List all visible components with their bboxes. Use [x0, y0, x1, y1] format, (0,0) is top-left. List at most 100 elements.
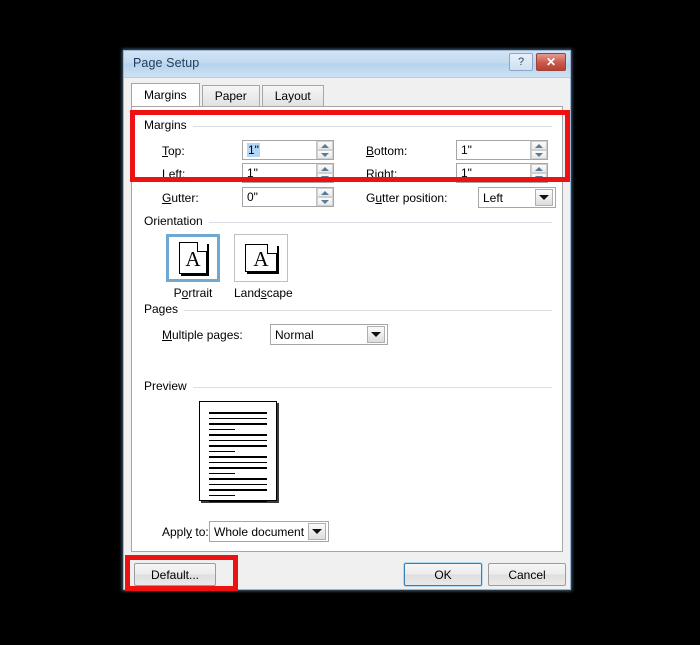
top-margin-input[interactable]: 1": [242, 140, 334, 160]
dialog-title: Page Setup: [133, 56, 200, 70]
preview-text-line: [209, 434, 267, 436]
multiple-pages-value: Normal: [275, 327, 314, 342]
apply-to-select[interactable]: Whole document: [209, 521, 329, 542]
tab-strip: Margins Paper Layout: [131, 83, 326, 106]
right-margin-label: Right:: [366, 167, 398, 181]
left-margin-spinner-up[interactable]: [317, 164, 333, 173]
landscape-icon-box: A: [234, 234, 288, 282]
triangle-down-icon: [321, 152, 329, 157]
preview-text-line: [209, 456, 267, 458]
bottom-margin-label: Bottom:: [366, 144, 408, 158]
top-margin-label-rest: op:: [168, 144, 185, 158]
gutter-label: Gutter:: [162, 191, 199, 205]
page-setup-dialog: Page Setup ? ✕ Margins Paper Layout Marg…: [123, 50, 571, 590]
gutter-label-rest: utter:: [171, 191, 199, 205]
landscape-label-rest: cape: [266, 286, 293, 300]
right-margin-label-rest: ight:: [374, 167, 398, 181]
gutter-position-label-a: G: [366, 191, 376, 205]
titlebar-button-group: ? ✕: [509, 53, 566, 71]
close-icon[interactable]: ✕: [536, 53, 566, 71]
preview-text-line: [209, 483, 267, 485]
triangle-up-icon: [321, 190, 329, 195]
cancel-button[interactable]: Cancel: [488, 563, 566, 586]
top-margin-spinner[interactable]: [316, 141, 333, 159]
preview-text-line: [209, 417, 267, 419]
top-margin-label: Top:: [162, 144, 185, 158]
gutter-position-select[interactable]: Left: [478, 187, 556, 208]
right-margin-value: 1": [461, 166, 472, 180]
right-margin-spinner-down[interactable]: [531, 173, 547, 182]
preview-text-line: [209, 423, 267, 425]
orientation-landscape-label: Landscape: [234, 286, 293, 300]
triangle-down-icon: [321, 199, 329, 204]
top-margin-spinner-down[interactable]: [317, 150, 333, 159]
pages-group: Pages Multiple pages: Normal: [144, 302, 552, 374]
tab-paper[interactable]: Paper: [201, 85, 260, 106]
orientation-option-portrait[interactable]: A Portrait: [166, 234, 220, 300]
chevron-down-icon[interactable]: [367, 326, 385, 343]
preview-text-line: [209, 489, 267, 491]
top-margin-spinner-up[interactable]: [317, 141, 333, 150]
page-preview: [199, 401, 277, 502]
tab-margins[interactable]: Margins: [131, 83, 200, 106]
triangle-down-icon: [321, 175, 329, 180]
triangle-down-glyph: [371, 332, 381, 337]
chevron-down-icon[interactable]: [535, 189, 553, 206]
left-margin-spinner-down[interactable]: [317, 173, 333, 182]
bottom-margin-spinner[interactable]: [530, 141, 547, 159]
preview-group-rule: [144, 387, 552, 388]
triangle-up-icon: [535, 143, 543, 148]
ok-button[interactable]: OK: [404, 563, 482, 586]
orientation-option-landscape[interactable]: A Landscape: [234, 234, 293, 300]
help-icon[interactable]: ?: [509, 53, 533, 71]
orientation-group-label: Orientation: [144, 214, 209, 228]
left-margin-label-rest: eft:: [168, 167, 186, 181]
preview-text-line: [209, 445, 267, 447]
orientation-group: Orientation A Portrait A Landscape: [144, 214, 552, 302]
gutter-position-label: Gutter position:: [366, 191, 448, 205]
bottom-margin-input[interactable]: 1": [456, 140, 548, 160]
top-margin-value-wrap: 1": [243, 141, 316, 159]
preview-text-line: [209, 478, 267, 480]
triangle-down-glyph: [539, 195, 549, 200]
gutter-input[interactable]: 0": [242, 187, 334, 207]
multiple-pages-label: Multiple pages:: [162, 328, 243, 342]
right-margin-input[interactable]: 1": [456, 163, 548, 183]
gutter-spinner-down[interactable]: [317, 197, 333, 206]
dialog-titlebar: Page Setup ? ✕: [124, 51, 570, 78]
left-margin-input[interactable]: 1": [242, 163, 334, 183]
portrait-label-p: P: [173, 286, 182, 300]
triangle-down-icon: [535, 152, 543, 157]
preview-text-line: [209, 494, 236, 496]
portrait-page-icon: A: [179, 242, 207, 274]
bottom-margin-label-rest: ottom:: [374, 144, 408, 158]
gutter-spinner[interactable]: [316, 188, 333, 206]
portrait-icon-box: A: [166, 234, 220, 282]
apply-to-label-a: Appl: [162, 525, 187, 539]
tab-layout[interactable]: Layout: [261, 85, 324, 106]
preview-text-line: [209, 450, 236, 452]
apply-to-label-rest: to:: [192, 525, 209, 539]
multiple-pages-select[interactable]: Normal: [270, 324, 388, 345]
preview-text-line: [209, 412, 267, 414]
bottom-margin-spinner-down[interactable]: [531, 150, 547, 159]
gutter-value: 0": [247, 190, 258, 204]
portrait-label-rest: rtrait: [188, 286, 213, 300]
triangle-up-icon: [321, 143, 329, 148]
gutter-spinner-up[interactable]: [317, 188, 333, 197]
orientation-portrait-label: Portrait: [173, 286, 213, 300]
preview-group-label: Preview: [144, 379, 193, 393]
triangle-up-icon: [321, 166, 329, 171]
page-corner-fold: [197, 242, 207, 252]
preview-text-line: [209, 500, 267, 502]
margins-group-label: Margins: [144, 118, 193, 132]
pages-group-rule: [144, 310, 552, 311]
default-button[interactable]: Default...: [134, 563, 216, 586]
right-margin-spinner[interactable]: [530, 164, 547, 182]
apply-to-label: Apply to:: [162, 525, 209, 539]
right-margin-spinner-up[interactable]: [531, 164, 547, 173]
chevron-down-icon[interactable]: [308, 523, 326, 540]
bottom-margin-spinner-up[interactable]: [531, 141, 547, 150]
page-corner-fold: [267, 244, 277, 254]
left-margin-spinner[interactable]: [316, 164, 333, 182]
